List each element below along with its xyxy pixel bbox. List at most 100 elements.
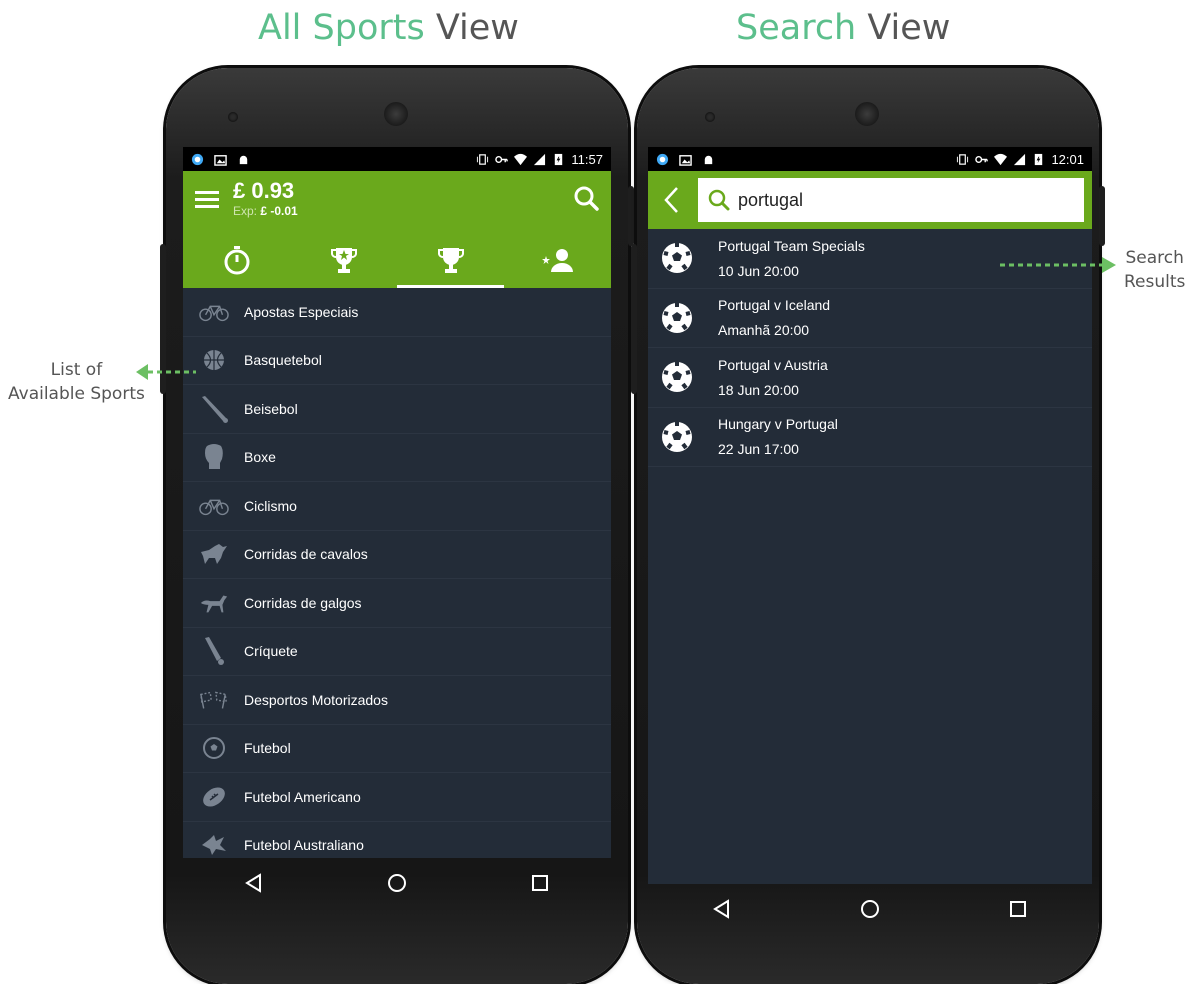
sport-item[interactable]: Futebol Australiano — [183, 822, 611, 859]
callout-arrow-left-icon — [136, 364, 196, 380]
sport-label: Corridas de cavalos — [244, 546, 368, 563]
result-time: 18 Jun 20:00 — [718, 381, 799, 398]
soccer-ball-icon — [199, 736, 229, 760]
sport-item[interactable]: Beisebol — [183, 385, 611, 434]
callout-sports-list: List of Available Sports — [8, 358, 145, 406]
home-icon[interactable] — [385, 871, 409, 895]
back-chevron-icon[interactable] — [656, 180, 686, 220]
tab-all-sports[interactable] — [397, 231, 504, 288]
callout-search-results: Search Results — [1124, 246, 1185, 294]
tab-favourites[interactable] — [504, 231, 611, 288]
system-nav-bar — [648, 884, 1092, 934]
heading-rest: View — [856, 8, 951, 48]
baseball-bat-icon — [199, 395, 229, 423]
sport-item[interactable]: Desportos Motorizados — [183, 676, 611, 725]
sport-item[interactable]: Boxe — [183, 434, 611, 482]
image-notification-icon — [679, 154, 692, 166]
search-bar — [648, 171, 1092, 229]
front-camera — [855, 102, 879, 126]
sport-item[interactable]: Críquete — [183, 628, 611, 676]
search-icon[interactable] — [573, 185, 599, 211]
sport-item[interactable]: Apostas Especiais — [183, 288, 611, 337]
heading-highlight: All Sports — [258, 8, 425, 48]
sport-label: Futebol Americano — [244, 788, 361, 805]
signal-icon — [534, 153, 546, 165]
signal-icon — [1014, 153, 1026, 165]
vibrate-icon — [477, 153, 489, 165]
sport-label: Ciclismo — [244, 497, 297, 514]
sport-item[interactable]: Corridas de cavalos — [183, 531, 611, 579]
back-icon[interactable] — [710, 897, 734, 921]
wifi-icon — [514, 153, 528, 165]
sport-label: Críquete — [244, 643, 298, 660]
sport-label: Basquetebol — [244, 352, 322, 369]
exposure-label-text: Exp: — [233, 204, 258, 218]
soccer-ball-icon — [662, 362, 692, 393]
status-bar: 11:57 — [183, 147, 611, 171]
volume-button — [631, 244, 637, 394]
android-notification-icon — [704, 155, 713, 164]
stage: All Sports View Search View 11:57 £ 0.93… — [0, 0, 1198, 984]
phone-search: 12:01 Portugal Team Specials 10 Jun 20:00… — [631, 68, 1105, 984]
exposure-label: Exp: £ -0.01 — [233, 204, 298, 218]
bicycle-icon — [199, 300, 229, 324]
tab-competitions[interactable] — [290, 231, 397, 288]
sport-label: Boxe — [244, 449, 276, 466]
hamburger-menu-icon[interactable] — [195, 191, 219, 209]
greyhound-icon — [199, 591, 229, 615]
heading-rest: View — [424, 8, 519, 48]
status-time: 12:01 — [1051, 151, 1084, 167]
favorite-person-icon — [541, 248, 573, 272]
search-field — [698, 178, 1084, 222]
soccer-ball-icon — [662, 421, 692, 452]
phone-all-sports: 11:57 £ 0.93 Exp: £ -0.01 Apostas Especi… — [160, 68, 634, 984]
power-button — [1099, 186, 1105, 246]
sport-label: Futebol Australiano — [244, 837, 364, 854]
recents-icon[interactable] — [528, 871, 552, 895]
sport-item[interactable]: Ciclismo — [183, 482, 611, 531]
sport-item[interactable]: Basquetebol — [183, 337, 611, 385]
search-result-item[interactable]: Portugal v Iceland Amanhã 20:00 — [648, 289, 1092, 348]
search-input[interactable] — [738, 189, 1038, 211]
american-football-icon — [199, 785, 229, 809]
wifi-icon — [994, 153, 1008, 165]
app-notification-icon — [656, 153, 669, 165]
recents-icon[interactable] — [1006, 897, 1030, 921]
battery-icon — [555, 153, 563, 165]
sport-item[interactable]: Futebol Americano — [183, 773, 611, 822]
sport-label: Beisebol — [244, 400, 298, 417]
search-result-item[interactable]: Portugal v Austria 18 Jun 20:00 — [648, 348, 1092, 408]
heading-search-view: Search View — [736, 8, 950, 48]
search-result-item[interactable]: Hungary v Portugal 22 Jun 17:00 — [648, 408, 1092, 467]
vpn-key-icon — [975, 155, 989, 163]
balance-amount: £ 0.93 — [233, 178, 295, 203]
screen: 11:57 £ 0.93 Exp: £ -0.01 Apostas Especi… — [183, 147, 611, 858]
vpn-key-icon — [495, 155, 509, 163]
callout-line: Results — [1124, 272, 1186, 292]
sport-item[interactable]: Corridas de galgos — [183, 579, 611, 628]
power-button — [628, 186, 634, 246]
result-time: 10 Jun 20:00 — [718, 262, 799, 279]
sport-label: Apostas Especiais — [244, 303, 359, 320]
tab-in-play[interactable] — [183, 231, 290, 288]
stopwatch-icon — [224, 245, 249, 274]
heading-all-sports-view: All Sports View — [258, 8, 519, 48]
system-nav-bar — [183, 858, 611, 908]
callout-line: Search — [1125, 248, 1184, 268]
sport-item[interactable]: Futebol — [183, 725, 611, 773]
exposure-value: £ -0.01 — [260, 204, 298, 218]
trophy-star-icon — [330, 247, 357, 273]
app-bar: £ 0.93 Exp: £ -0.01 — [183, 171, 611, 288]
result-name: Portugal v Austria — [718, 356, 828, 373]
back-icon[interactable] — [242, 871, 266, 895]
callout-line: List of — [50, 360, 103, 380]
boxing-glove-icon — [199, 444, 229, 470]
bicycle-icon — [199, 494, 229, 518]
sports-list: Apostas Especiais Basquetebol Beisebol B… — [183, 288, 611, 858]
sport-label: Desportos Motorizados — [244, 691, 388, 708]
status-time: 11:57 — [571, 151, 603, 167]
proximity-sensor — [228, 112, 238, 122]
callout-line: Available Sports — [8, 384, 145, 404]
vibrate-icon — [957, 153, 969, 165]
home-icon[interactable] — [858, 897, 882, 921]
